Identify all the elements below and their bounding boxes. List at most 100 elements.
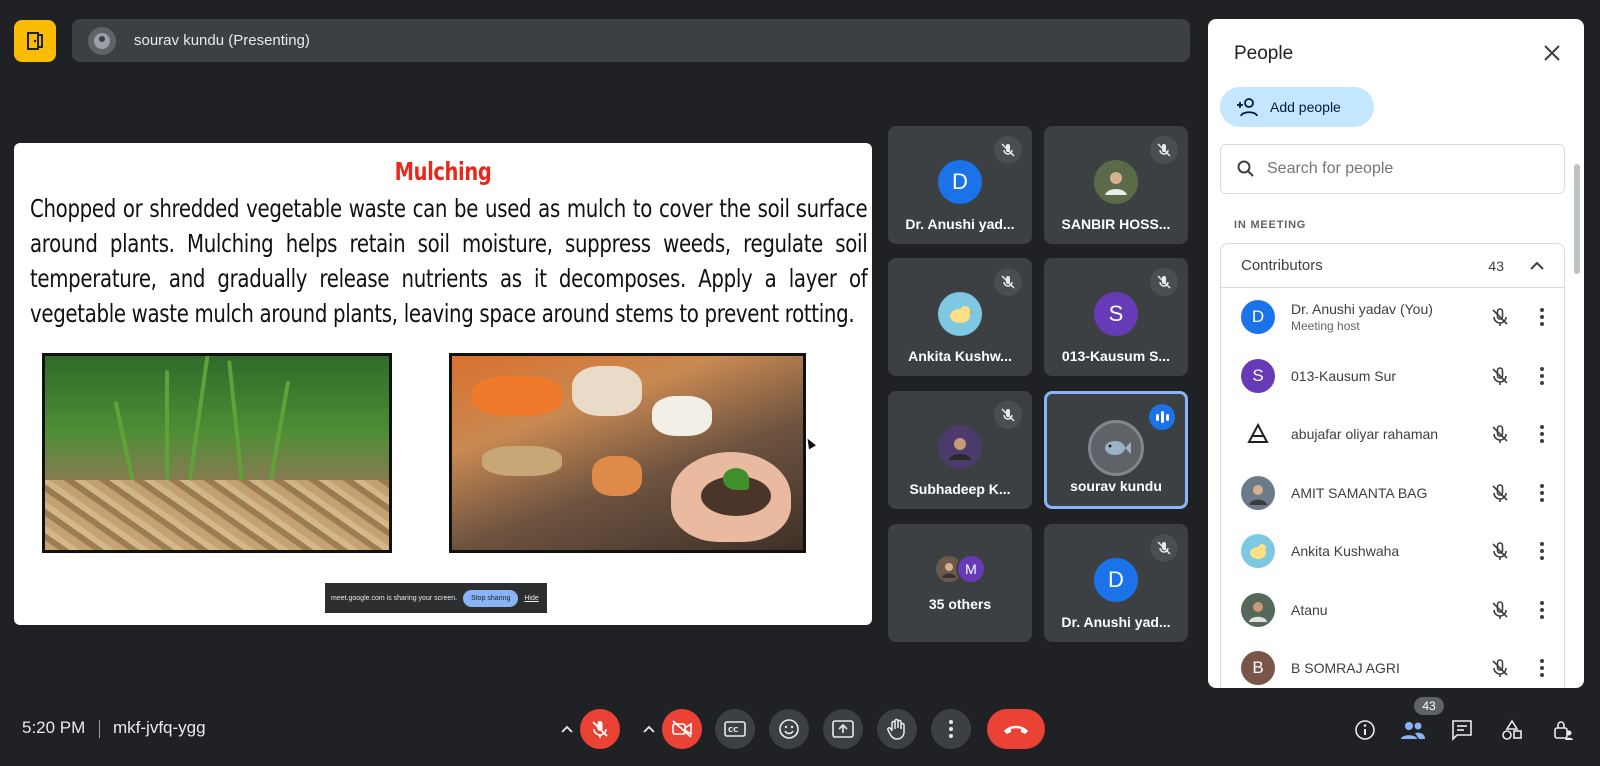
video-options-button[interactable] [642,722,656,736]
participant-tile[interactable]: D Dr. Anushi yad... [1044,524,1188,642]
participant-name: Dr. Anushi yad... [1061,614,1171,630]
svg-text:CC: CC [728,726,738,734]
list-item[interactable]: Atanu [1221,581,1564,640]
search-input[interactable] [1267,160,1547,178]
present-screen-button[interactable] [823,709,863,749]
fish-icon [1105,441,1131,455]
mic-off-icon [1488,305,1512,329]
mic-off-icon [1488,364,1512,388]
divider [99,720,100,738]
participant-tile[interactable]: SANBIR HOSS... [1044,126,1188,244]
add-people-button[interactable]: Add people [1220,87,1374,127]
mulch-plants-photo [42,353,392,553]
person-photo-icon [1249,484,1267,505]
hang-up-icon [1004,725,1028,734]
stop-sharing-button[interactable]: Stop sharing [463,589,519,607]
chat-button[interactable] [1449,717,1475,743]
mic-off-icon [994,268,1022,296]
door-icon [27,32,43,50]
close-panel-button[interactable] [1540,41,1564,65]
person-name: B SOMRAJ AGRI [1291,660,1400,677]
more-options-button[interactable] [1534,308,1550,327]
raise-hand-button[interactable] [877,709,917,749]
mic-off-icon [1488,422,1512,446]
more-options-button[interactable] [1534,600,1550,619]
more-options-button[interactable] [1534,659,1550,678]
presenter-bar: sourav kundu (Presenting) [72,19,1190,62]
share-banner-text: meet.google.com is sharing your screen. [331,594,458,602]
more-options-button[interactable] [1534,483,1550,502]
participant-name: SANBIR HOSS... [1061,216,1171,232]
meeting-time: 5:20 PM [22,718,86,737]
info-icon [1355,720,1375,740]
mic-off-icon [1488,539,1512,563]
avatar: M [956,554,986,584]
list-item[interactable]: B B SOMRAJ AGRI [1221,639,1564,688]
lock-person-icon [1554,721,1573,740]
people-panel: People Add people IN MEETING Contributor… [1208,19,1584,688]
others-label: 35 others [928,596,992,612]
list-item[interactable]: AMIT SAMANTA BAG [1221,464,1564,523]
screen-share-banner: meet.google.com is sharing your screen. … [325,583,547,613]
presenter-label: sourav kundu (Presenting) [134,32,310,49]
participant-tile[interactable]: Ankita Kushw... [888,258,1032,376]
person-name: Atanu [1291,601,1328,618]
contributors-header[interactable]: Contributors 43 [1221,244,1564,288]
more-options-button[interactable] [931,709,971,749]
avatar-icon [94,32,110,49]
participant-tile[interactable]: Subhadeep K... [888,391,1032,509]
reactions-button[interactable] [769,709,809,749]
mic-off-icon [1150,534,1178,562]
others-tile[interactable]: M 35 others [888,524,1032,642]
bird-icon [1250,544,1266,560]
chevron-up-icon [643,725,655,733]
activities-button[interactable] [14,20,56,62]
more-options-button[interactable] [1534,542,1550,561]
list-item[interactable]: D Dr. Anushi yadav (You) Meeting host [1221,288,1564,347]
avatar: D [938,160,982,204]
hide-banner-link[interactable]: Hide [524,595,538,602]
person-photo-icon [949,438,971,460]
avatar [1241,592,1275,627]
contributors-label: Contributors [1241,257,1323,274]
avatar: S [1094,292,1138,336]
activities-menu-button[interactable] [1499,717,1525,743]
chevron-up-icon [561,725,573,733]
participant-name: 013-Kausum S... [1061,348,1171,364]
speaking-indicator-icon [1149,404,1175,430]
chevron-up-icon [1530,261,1544,270]
avatar: D [1094,558,1138,602]
list-item[interactable]: abujafar oliyar rahaman [1221,405,1564,464]
list-item[interactable]: Ankita Kushwaha [1221,522,1564,581]
participant-name: Dr. Anushi yad... [905,216,1015,232]
person-role: Meeting host [1291,319,1360,334]
leave-call-button[interactable] [987,709,1045,749]
mic-toggle-button[interactable] [580,709,620,749]
chat-icon [1452,720,1472,741]
participant-tile[interactable]: D Dr. Anushi yad... [888,126,1032,244]
meeting-code: mkf-jvfq-ygg [113,718,206,737]
audio-options-button[interactable] [560,722,574,736]
panel-scrollbar[interactable] [1574,164,1580,274]
captions-button[interactable]: CC [715,709,755,749]
camera-toggle-button[interactable] [662,709,702,749]
participant-tile-active-speaker[interactable]: sourav kundu [1044,391,1188,509]
mic-off-icon [1488,656,1512,680]
participant-name: Ankita Kushw... [908,348,1012,364]
presenter-avatar [88,26,116,55]
people-icon [1401,722,1425,739]
person-photo-icon [1105,172,1127,195]
list-item[interactable]: S 013-Kausum Sur [1221,347,1564,406]
avatar: S [1241,358,1275,393]
participant-tile[interactable]: S 013-Kausum S... [1044,258,1188,376]
meeting-details-button[interactable] [1352,717,1378,743]
present-icon [832,720,854,738]
shared-screen: Mulching Chopped or shredded vegetable w… [14,143,872,625]
more-options-button[interactable] [1534,425,1550,444]
avatar [1088,420,1144,476]
search-people-field[interactable] [1220,144,1565,194]
more-options-button[interactable] [1534,366,1550,385]
people-button[interactable] [1400,717,1426,743]
person-photo-icon [1249,601,1267,622]
host-controls-button[interactable] [1550,717,1576,743]
